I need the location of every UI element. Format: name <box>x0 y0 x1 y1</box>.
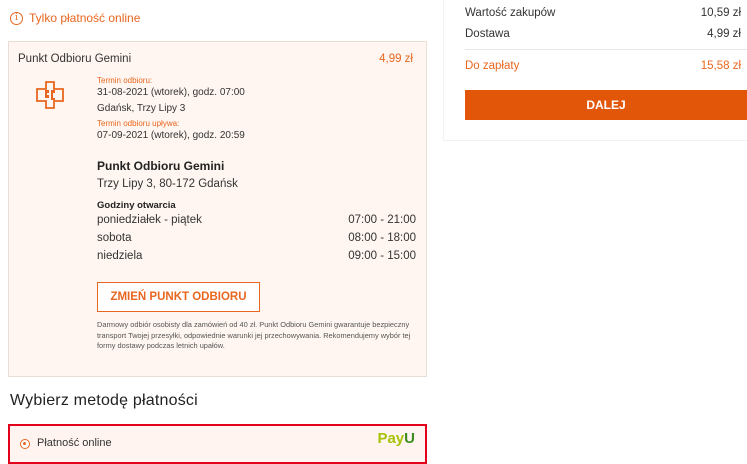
order-summary: Wartość zakupów 10,59 zł Dostawa 4,99 zł… <box>444 0 747 140</box>
hours-time: 09:00 - 15:00 <box>348 250 416 262</box>
pickup-city-street: Gdańsk, Trzy Lipy 3 <box>97 103 186 114</box>
summary-label: Dostawa <box>465 28 510 40</box>
summary-row: Dostawa 4,99 zł <box>465 28 741 40</box>
hours-day: sobota <box>97 232 132 244</box>
pickup-disclaimer: Darmowy odbiór osobisty dla zamówień od … <box>97 320 411 351</box>
pickup-point-card: Punkt Odbioru Gemini 4,99 zł Termin odbi… <box>8 41 427 377</box>
payment-option-label: Płatność online <box>37 437 112 449</box>
hours-time: 07:00 - 21:00 <box>348 214 416 226</box>
total-label: Do zapłaty <box>465 60 520 72</box>
change-pickup-point-button[interactable]: ZMIEŃ PUNKT ODBIORU <box>97 282 260 312</box>
next-button[interactable]: DALEJ <box>465 90 747 120</box>
payment-option-online[interactable]: Płatność online PayU <box>8 424 427 464</box>
expiry-date-label: Termin odbioru upływa: <box>97 119 180 128</box>
summary-divider <box>465 49 747 50</box>
summary-label: Wartość zakupów <box>465 7 556 19</box>
notice-text: Tylko płatność online <box>29 11 141 25</box>
hours-day: niedziela <box>97 250 143 262</box>
summary-total-row: Do zapłaty 15,58 zł <box>465 60 741 72</box>
pickup-price: 4,99 zł <box>379 53 413 65</box>
hours-time: 08:00 - 18:00 <box>348 232 416 244</box>
online-payment-notice: i Tylko płatność online <box>10 11 140 25</box>
opening-hours-title: Godziny otwarcia <box>97 200 176 211</box>
payment-section-title: Wybierz metodę płatności <box>10 392 198 409</box>
point-title: Punkt Odbioru Gemini <box>97 159 225 173</box>
hours-row: sobota 08:00 - 18:00 <box>97 232 416 244</box>
pickup-date-label: Termin odbioru: <box>97 76 153 85</box>
total-value: 15,58 zł <box>700 60 741 72</box>
summary-row: Wartość zakupów 10,59 zł <box>465 7 741 19</box>
payment-radio[interactable] <box>20 439 30 449</box>
expiry-date: 07-09-2021 (wtorek), godz. 20:59 <box>97 130 245 141</box>
hours-row: niedziela 09:00 - 15:00 <box>97 250 416 262</box>
info-icon: i <box>10 11 23 25</box>
summary-value: 4,99 zł <box>707 28 741 40</box>
payu-logo-icon: PayU <box>377 430 415 447</box>
point-address: Trzy Lipy 3, 80-172 Gdańsk <box>97 178 238 190</box>
gemini-pickup-logo-icon <box>36 81 64 109</box>
summary-value: 10,59 zł <box>700 7 741 19</box>
hours-row: poniedziałek - piątek 07:00 - 21:00 <box>97 214 416 226</box>
hours-day: poniedziałek - piątek <box>97 214 202 226</box>
pickup-name: Punkt Odbioru Gemini <box>18 53 132 65</box>
pickup-date: 31-08-2021 (wtorek), godz. 07:00 <box>97 87 245 98</box>
